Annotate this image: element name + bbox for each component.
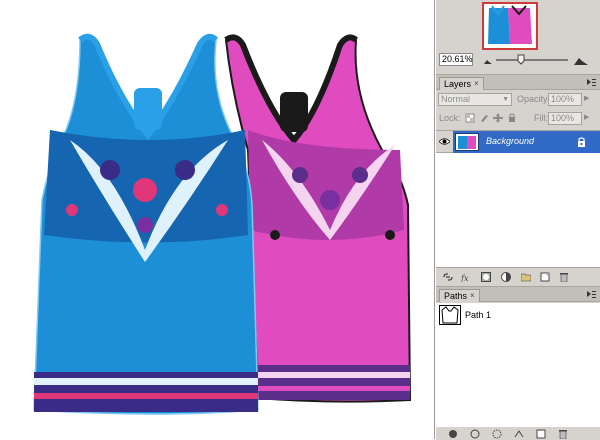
chevron-right-icon[interactable]: ▶	[584, 113, 589, 121]
zoom-out-icon[interactable]	[483, 55, 493, 65]
fx-icon[interactable]: fx	[461, 272, 471, 282]
new-layer-icon[interactable]	[540, 272, 550, 282]
lock-label: Lock:	[439, 113, 461, 123]
navigator-panel: 20.61%	[436, 0, 600, 69]
opacity-field[interactable]: 100%	[548, 93, 582, 106]
layer-thumbnail-image	[458, 136, 476, 149]
blend-mode-select[interactable]: Normal ▼	[438, 93, 512, 106]
link-layers-icon[interactable]	[443, 272, 453, 282]
lock-transparent-icon[interactable]	[465, 113, 475, 123]
zoom-slider-thumb[interactable]	[517, 54, 525, 65]
zoom-slider-track[interactable]	[496, 59, 568, 61]
chevron-right-icon[interactable]: ▶	[584, 94, 589, 102]
tab-layers[interactable]: Layers ×	[439, 77, 484, 90]
blend-row: Normal ▼ Opacity: 100% ▶	[436, 93, 600, 107]
navigator-view-box[interactable]	[482, 2, 538, 50]
layers-tabbar: Layers ×	[436, 75, 600, 90]
layers-panel: Layers × Normal ▼ Opacity: 100% ▶ Lock:	[436, 74, 600, 284]
lock-icon	[578, 137, 585, 147]
tab-layers-label: Layers	[444, 79, 472, 89]
mask-icon[interactable]	[481, 272, 491, 282]
layer-name[interactable]: Background	[486, 136, 534, 146]
lock-pixels-icon[interactable]	[479, 113, 489, 123]
layers-list: Background	[436, 130, 600, 268]
paths-panel: Paths × Path 1	[436, 286, 600, 440]
panels-column: 20.61% Layers × Normal ▼ Opacity: 100% ▶…	[436, 0, 600, 440]
zoom-row: 20.61%	[436, 53, 600, 67]
layer-row[interactable]: Background	[436, 131, 600, 153]
layer-thumbnail	[455, 133, 479, 151]
stroke-path-icon[interactable]	[470, 429, 480, 439]
close-icon[interactable]: ×	[474, 78, 479, 90]
path-thumbnail	[439, 305, 461, 325]
close-icon[interactable]: ×	[470, 290, 475, 302]
tab-paths[interactable]: Paths ×	[439, 289, 480, 302]
lock-row: Lock: Fill: 100% ▶	[436, 112, 600, 126]
zoom-in-icon[interactable]	[573, 54, 589, 66]
fill-label: Fill:	[534, 113, 548, 123]
path-name[interactable]: Path 1	[465, 310, 491, 320]
paths-list: Path 1	[436, 303, 600, 440]
svg-text:fx: fx	[461, 274, 469, 282]
blue-tank-top	[33, 33, 259, 415]
blend-mode-value: Normal	[441, 94, 471, 104]
panel-menu-icon[interactable]	[587, 79, 596, 86]
load-selection-icon[interactable]	[492, 429, 502, 439]
tab-paths-label: Paths	[444, 291, 468, 301]
layers-footer: fx	[436, 270, 600, 283]
fill-path-icon[interactable]	[448, 429, 458, 439]
adjustment-icon[interactable]	[501, 272, 511, 282]
make-path-icon[interactable]	[514, 429, 524, 439]
fill-field[interactable]: 100%	[548, 112, 582, 125]
chevron-down-icon: ▼	[502, 96, 509, 103]
trash-icon[interactable]	[558, 429, 568, 439]
tank-tops-image	[33, 33, 412, 415]
document-canvas[interactable]	[0, 0, 435, 439]
zoom-field[interactable]: 20.61%	[439, 53, 473, 66]
lock-all-icon[interactable]	[507, 113, 517, 123]
path-row[interactable]: Path 1	[436, 303, 600, 327]
path-thumbnail-image	[441, 306, 459, 324]
trash-icon[interactable]	[559, 272, 569, 282]
paths-tabbar: Paths ×	[436, 287, 600, 302]
opacity-label: Opacity:	[517, 94, 551, 104]
navigator-thumbnail	[488, 5, 532, 44]
panel-menu-icon[interactable]	[587, 291, 596, 298]
paths-footer	[436, 427, 600, 440]
lock-position-icon[interactable]	[493, 113, 503, 123]
group-icon[interactable]	[521, 272, 531, 282]
eye-icon[interactable]	[439, 137, 450, 146]
new-path-icon[interactable]	[536, 429, 546, 439]
